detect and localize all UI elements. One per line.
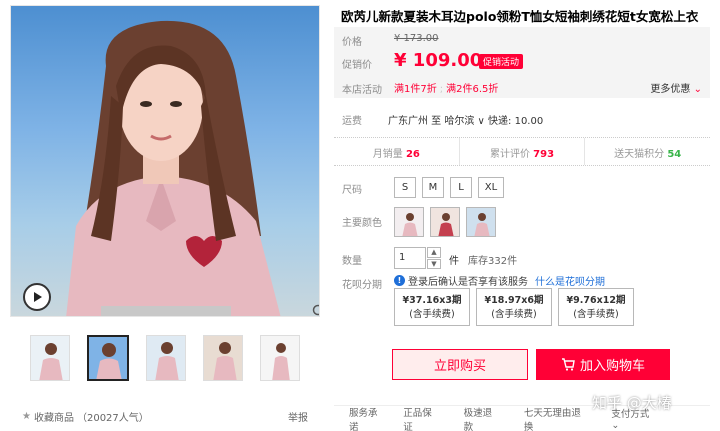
installment-help-link[interactable]: 什么是花呗分期 [535,273,605,288]
model-illustration [66,20,281,316]
product-gallery: ★ 收藏商品 （20027人气） 举报 [0,0,322,431]
stat-label: 累计评价 [489,149,530,160]
size-options: S M L XL [394,177,504,198]
watermark: 知乎 @大椿 [592,394,672,412]
plan-price: ¥9.76x12期 [566,295,626,306]
size-option-s[interactable]: S [394,177,416,198]
promo-badge: 促销活动 [479,54,524,69]
buy-now-button[interactable]: 立即购买 [392,349,528,380]
plan-fee: (含手续费) [491,309,537,320]
service-item[interactable]: 七天无理由退换 [524,405,588,431]
shipping-label: 运费 [342,116,362,127]
installment-plans: ¥37.16x3期 (含手续费) ¥18.97x6期 (含手续费) ¥9.76x… [394,288,634,326]
increase-button[interactable]: ▲ [427,247,441,258]
monthly-sales: 月销量 26 [334,138,460,165]
shipping-row: 运费 广东广州 至 哈尔滨 ∨ 快递: 10.00 [334,98,710,138]
chevron-up-icon: ▲ [431,248,437,257]
plan-price: ¥37.16x3期 [402,295,462,306]
thumbnail[interactable] [203,335,243,381]
info-icon: ! [394,275,405,286]
store-activities: 满1件7折; 满2件6.5折 [394,84,499,95]
quantity-unit: 件 [449,256,459,267]
play-icon [34,292,42,302]
color-swatch[interactable] [466,207,496,237]
price-label: 价格 [342,37,362,48]
thumbnail-strip [30,335,300,381]
stat-value: 54 [667,149,682,160]
installment-tip: ! 登录后确认是否享有该服务 什么是花呗分期 [394,273,605,288]
chevron-down-icon: ⌄ [693,84,702,95]
product-title: 欧芮儿新款夏装木耳边polo领粉T恤女短袖刺绣花短t女宽松上衣 [341,9,699,24]
quantity-label: 数量 [342,256,362,267]
quantity-stepper: ▲ ▼ [427,247,441,269]
color-swatch[interactable] [430,207,460,237]
installment-plan-3[interactable]: ¥37.16x3期 (含手续费) [394,288,470,326]
thumbnail-image [89,337,127,379]
popularity-count: （20027人气） [76,413,149,424]
plan-price: ¥18.97x6期 [484,295,544,306]
promo-price-label: 促销价 [342,60,372,71]
installment-tip-text: 登录后确认是否享有该服务 [408,277,528,288]
sales-stats: 月销量 26 累计评价 793 送天猫积分 54 [334,138,710,166]
play-video-button[interactable] [23,283,51,311]
service-label: 服务承诺 [349,407,378,431]
swatch-image [467,208,495,236]
report-link[interactable]: 举报 [288,409,308,424]
price-panel: 价格 ¥ 173.00 促销价 ¥ 109.00 促销活动 本店活动 满1件7折… [334,27,710,98]
size-option-xl[interactable]: XL [478,177,504,198]
chevron-down-icon: ⌄ [611,420,620,431]
decrease-button[interactable]: ▼ [427,258,441,269]
more-deals-label: 更多优惠 [650,84,691,95]
stat-value: 793 [533,149,555,160]
color-options [394,207,496,237]
size-option-m[interactable]: M [422,177,444,198]
star-icon: ★ [22,411,31,422]
plan-fee: (含手续费) [409,309,455,320]
thumbnail[interactable] [260,335,300,381]
current-price: ¥ 109.00 [394,50,483,71]
original-price: ¥ 173.00 [394,33,439,44]
more-deals-link[interactable]: 更多优惠 ⌄ [650,80,702,95]
installment-plan-12[interactable]: ¥9.76x12期 (含手续费) [558,288,634,326]
tmall-points: 送天猫积分 54 [585,138,710,165]
thumbnail-image [261,336,299,380]
installment-label: 花呗分期 [342,280,382,291]
magnifier-icon[interactable] [312,304,320,317]
cart-icon [561,358,575,371]
stock-count: 库存332件 [468,256,518,267]
activity-label: 本店活动 [342,85,382,96]
service-item[interactable]: 正品保证 [403,405,439,431]
swatch-image [395,208,423,236]
thumbnail-selected[interactable] [87,335,129,381]
thumbnail-image [31,336,69,380]
size-label: 尺码 [342,185,362,196]
activity-item: 满2件6.5折 [446,84,499,95]
favorite-link[interactable]: ★ 收藏商品 （20027人气） [22,409,149,424]
thumbnail-image [204,336,242,380]
main-product-image[interactable] [10,5,320,317]
chevron-down-icon: ▼ [431,259,437,268]
color-label: 主要颜色 [342,218,382,229]
review-count[interactable]: 累计评价 793 [460,138,586,165]
stat-value: 26 [405,149,420,160]
plan-fee: (含手续费) [573,309,619,320]
thumbnail[interactable] [146,335,186,381]
size-option-l[interactable]: L [450,177,472,198]
installment-plan-6[interactable]: ¥18.97x6期 (含手续费) [476,288,552,326]
stat-label: 月销量 [372,149,403,160]
favorite-label: 收藏商品 [33,413,74,424]
activity-item: 满1件7折 [394,84,437,95]
thumbnail-image [147,336,185,380]
service-item[interactable]: 极速退款 [464,405,500,431]
quantity-input[interactable]: 1 [394,247,426,269]
shipping-destination[interactable]: 广东广州 至 哈尔滨 ∨ 快递: 10.00 [388,112,543,127]
thumbnail[interactable] [30,335,70,381]
stat-label: 送天猫积分 [614,149,665,160]
swatch-image [431,208,459,236]
add-to-cart-label: 加入购物车 [579,359,645,374]
add-to-cart-button[interactable]: 加入购物车 [536,349,670,380]
color-swatch[interactable] [394,207,424,237]
